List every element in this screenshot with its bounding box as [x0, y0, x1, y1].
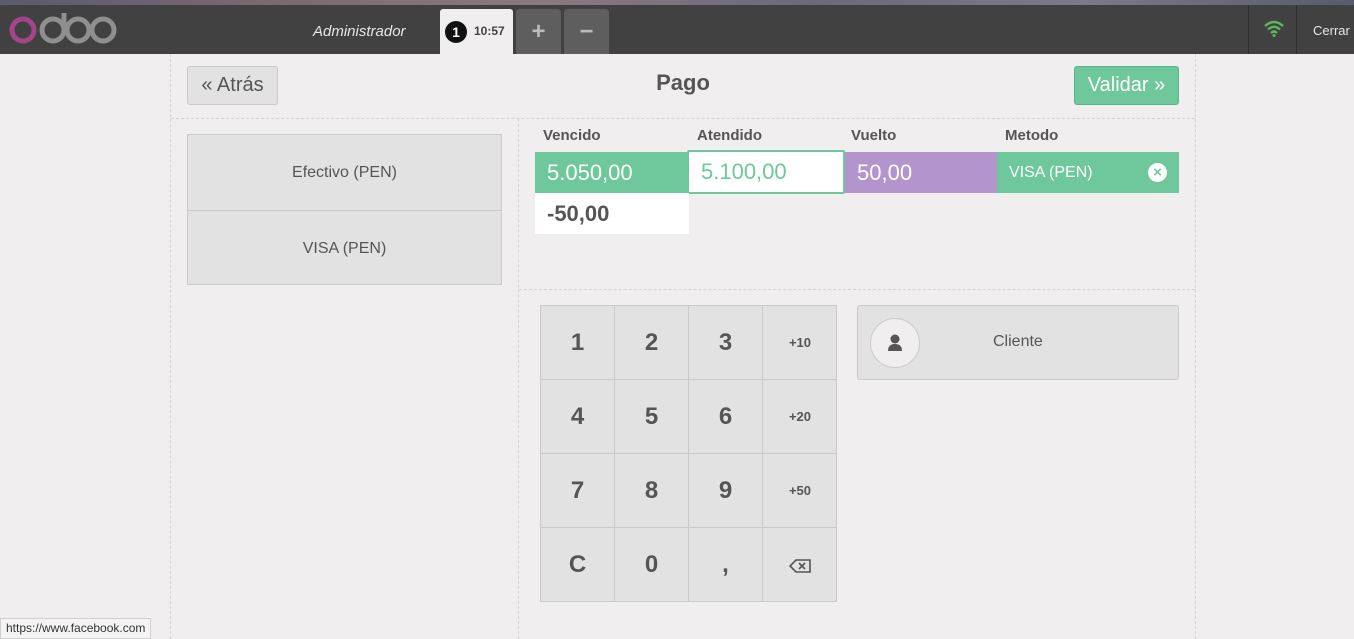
numpad-key-plus10[interactable]: +10	[763, 306, 837, 380]
payment-methods: Efectivo (PEN) VISA (PEN)	[187, 134, 502, 285]
numpad-key-5[interactable]: 5	[615, 380, 689, 454]
numpad-key-comma[interactable]: ,	[689, 528, 763, 602]
pos-header: Administrador 1 10:57 + − Cerrar	[0, 5, 1354, 54]
back-button[interactable]: « Atrás	[187, 66, 278, 105]
order-number-badge: 1	[445, 21, 467, 43]
add-order-button[interactable]: +	[516, 9, 561, 54]
numpad-key-8[interactable]: 8	[615, 454, 689, 528]
column-method: Metodo	[1005, 127, 1059, 144]
order-time: 10:57	[474, 24, 505, 38]
payment-method-visa[interactable]: VISA (PEN)	[188, 210, 501, 285]
paymentline-method-label: VISA (PEN)	[1009, 164, 1093, 181]
header-divider	[1248, 5, 1249, 54]
numpad-key-plus20[interactable]: +20	[763, 380, 837, 454]
customer-button[interactable]: Cliente	[857, 305, 1179, 380]
paymentlines-divider	[519, 289, 1195, 290]
header-divider	[1296, 5, 1297, 54]
column-change: Vuelto	[851, 127, 897, 144]
remove-order-button[interactable]: −	[564, 9, 609, 54]
delete-paymentline-icon[interactable]: ×	[1148, 163, 1167, 182]
numpad-key-9[interactable]: 9	[689, 454, 763, 528]
top-divider	[171, 118, 1195, 119]
payment-method-cash[interactable]: Efectivo (PEN)	[188, 135, 501, 210]
paymentline-tendered-input[interactable]: 5.100,00	[687, 150, 845, 194]
numpad-key-7[interactable]: 7	[541, 454, 615, 528]
order-tab[interactable]: 1 10:57	[440, 9, 513, 54]
remaining-amount: -50,00	[535, 193, 689, 234]
user-icon	[870, 318, 920, 368]
numpad-key-clear[interactable]: C	[541, 528, 615, 602]
odoo-logo	[9, 13, 117, 44]
validate-button[interactable]: Validar »	[1074, 66, 1179, 105]
numpad-key-4[interactable]: 4	[541, 380, 615, 454]
page-title: Pago	[656, 70, 710, 95]
numpad-key-plus50[interactable]: +50	[763, 454, 837, 528]
user-name[interactable]: Administrador	[313, 23, 406, 40]
paymentline-method[interactable]: VISA (PEN) ×	[997, 152, 1179, 193]
paymentline-change: 50,00	[845, 152, 998, 193]
wifi-icon	[1264, 20, 1284, 37]
backspace-icon	[788, 558, 811, 573]
numpad-key-backspace[interactable]	[763, 528, 837, 602]
customer-label: Cliente	[993, 333, 1043, 350]
column-tendered: Atendido	[697, 127, 762, 144]
numpad-key-2[interactable]: 2	[615, 306, 689, 380]
column-due: Vencido	[543, 127, 601, 144]
numpad-key-3[interactable]: 3	[689, 306, 763, 380]
left-column-divider	[518, 119, 519, 639]
numpad-key-6[interactable]: 6	[689, 380, 763, 454]
close-button[interactable]: Cerrar	[1313, 23, 1350, 38]
status-url: https://www.facebook.com	[0, 618, 152, 639]
paymentline-due[interactable]: 5.050,00	[535, 152, 688, 193]
numpad: 1 2 3 +10 4 5 6 +20 7 8 9 +50 C 0 ,	[540, 305, 837, 602]
numpad-key-0[interactable]: 0	[615, 528, 689, 602]
numpad-key-1[interactable]: 1	[541, 306, 615, 380]
